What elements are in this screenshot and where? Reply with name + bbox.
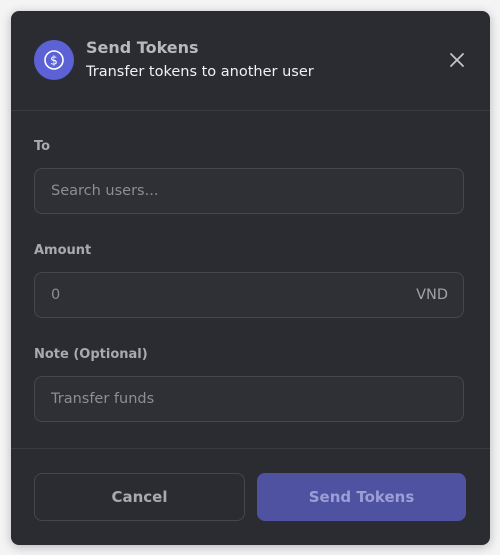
amount-input[interactable] [51, 273, 391, 317]
svg-text:$: $ [50, 54, 58, 68]
dialog-title: Send Tokens [86, 38, 199, 57]
close-icon [450, 53, 464, 67]
note-label: Note (Optional) [34, 347, 148, 362]
amount-label: Amount [34, 243, 92, 258]
recipient-search-input[interactable] [51, 169, 391, 213]
amount-field[interactable]: VND [34, 272, 464, 318]
send-tokens-dialog: $ Send Tokens Transfer tokens to another… [11, 11, 490, 545]
close-button[interactable] [445, 48, 469, 72]
note-field[interactable] [34, 376, 464, 422]
footer-divider [11, 448, 490, 449]
currency-suffix: VND [416, 287, 448, 303]
send-tokens-button[interactable]: Send Tokens [257, 473, 466, 521]
to-field[interactable] [34, 168, 464, 214]
dialog-subtitle: Transfer tokens to another user [86, 64, 314, 80]
dialog-header: $ Send Tokens Transfer tokens to another… [11, 11, 490, 111]
cancel-button[interactable]: Cancel [34, 473, 245, 521]
to-label: To [34, 139, 51, 154]
note-input[interactable] [51, 377, 391, 421]
dollar-coin-icon: $ [34, 40, 74, 80]
